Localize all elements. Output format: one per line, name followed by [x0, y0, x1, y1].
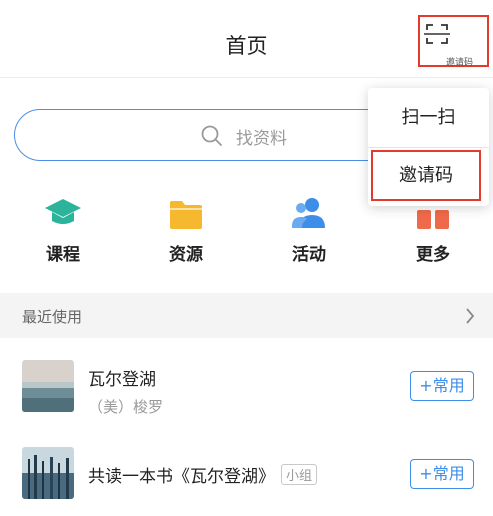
- recent-section-header[interactable]: 最近使用: [0, 293, 493, 338]
- group-cover-thumbnail[interactable]: [22, 447, 74, 499]
- menu-divider: [368, 147, 489, 148]
- category-resource-label: 资源: [169, 245, 203, 265]
- grid-icon: [417, 210, 449, 229]
- category-more-label: 更多: [416, 245, 450, 265]
- recent-item-author: （美）梭罗: [88, 398, 164, 416]
- scan-button-label: 邀请码: [446, 58, 474, 68]
- book-cover-thumbnail[interactable]: [22, 360, 74, 412]
- category-course-label: 课程: [46, 245, 80, 265]
- search-icon: [201, 125, 222, 146]
- scan-icon: [424, 24, 450, 44]
- add-favorite-button[interactable]: +常用: [410, 459, 474, 489]
- people-icon: [292, 198, 325, 228]
- chevron-right-icon[interactable]: [465, 308, 475, 324]
- recent-item-title[interactable]: 瓦尔登湖: [88, 365, 156, 390]
- graduation-cap-icon: [45, 199, 81, 224]
- menu-item-scan[interactable]: 扫一扫: [368, 103, 489, 129]
- recent-item-title-text: 共读一本书《瓦尔登湖》: [88, 467, 275, 487]
- add-favorite-button[interactable]: +常用: [410, 371, 474, 401]
- category-course[interactable]: 课程: [18, 190, 108, 265]
- category-activity[interactable]: 活动: [264, 190, 354, 265]
- lake-cover-image: [22, 360, 74, 412]
- menu-item-invite-code[interactable]: 邀请码: [371, 150, 481, 201]
- category-resource[interactable]: 资源: [141, 190, 231, 265]
- recent-item-title[interactable]: 共读一本书《瓦尔登湖》 小组: [88, 462, 318, 487]
- group-tag: 小组: [281, 464, 318, 485]
- forest-cover-image: [22, 447, 74, 499]
- category-activity-label: 活动: [292, 245, 326, 265]
- folder-icon: [170, 201, 202, 229]
- search-placeholder: 找资料: [236, 129, 287, 149]
- recent-section-title: 最近使用: [22, 308, 83, 326]
